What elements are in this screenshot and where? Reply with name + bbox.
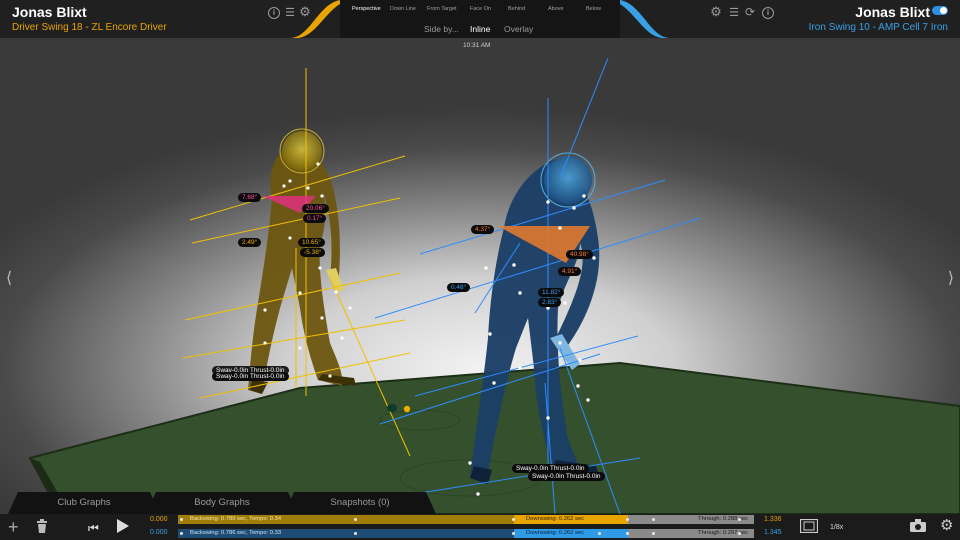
camera-icon[interactable] <box>910 519 926 536</box>
info-icon[interactable]: i <box>268 7 280 19</box>
left-angle-label: 0.17° <box>303 214 327 223</box>
rewind-icon[interactable]: ⏮ <box>88 520 99 536</box>
timeline-marker[interactable] <box>738 532 741 535</box>
timeline-marker[interactable] <box>626 532 629 535</box>
left-angle-label: 7.68° <box>238 193 262 202</box>
prev-arrow-icon[interactable]: ⟨ <box>6 268 12 288</box>
clock: 10:31 AM <box>463 42 491 49</box>
top-bar: Jonas Blixt Driver Swing 18 - ZL Encore … <box>0 0 960 38</box>
left-angle-label: 2.49° <box>238 238 262 247</box>
right-swing-name[interactable]: Iron Swing 10 - AMP Cell 7 Iron <box>809 22 948 33</box>
refresh-icon[interactable]: ⟳ <box>744 6 756 18</box>
mode-inline[interactable]: Inline <box>470 24 490 34</box>
view-perspective[interactable]: Perspective <box>352 6 381 12</box>
timeline-marker[interactable] <box>512 518 515 521</box>
timeline-marker[interactable] <box>652 532 655 535</box>
tab-snapshots[interactable]: Snapshots (0) <box>284 492 436 514</box>
left-start-time: 0.000 <box>150 516 168 523</box>
timeline-marker[interactable] <box>626 518 629 521</box>
left-angle-label: 20.06° <box>302 204 329 213</box>
view-from-target[interactable]: From Target <box>427 6 457 12</box>
timeline-marker[interactable] <box>598 532 601 535</box>
timeline-marker[interactable] <box>354 532 357 535</box>
gear-icon[interactable]: ⚙ <box>710 5 722 18</box>
trash-icon[interactable] <box>36 519 48 537</box>
left-backswing-segment[interactable]: Backswing: 0.780 sec, Tempo: 0.34 <box>178 515 514 524</box>
timeline-marker[interactable] <box>652 518 655 521</box>
right-angle-label: 11.82° <box>538 288 565 297</box>
tab-club-graphs[interactable]: Club Graphs <box>8 492 160 514</box>
playback-bar: + ⏮ 0.000 0.000 Backswing: 0.780 sec, Te… <box>0 514 960 540</box>
view-above[interactable]: Above <box>548 6 564 12</box>
gear-icon[interactable]: ⚙ <box>940 518 953 534</box>
view-face-on[interactable]: Face On <box>470 6 491 12</box>
right-end-time: 1.345 <box>764 529 782 536</box>
list-icon[interactable]: ☰ <box>728 7 740 19</box>
timeline-marker[interactable] <box>354 518 357 521</box>
view-behind[interactable]: Behind <box>508 6 525 12</box>
left-through-segment[interactable]: Through: 0.288 sec <box>628 515 754 524</box>
right-swing-toggle[interactable] <box>932 6 948 15</box>
mode-side-by-side[interactable]: Side by... <box>424 24 459 34</box>
left-end-time: 1.336 <box>764 516 782 523</box>
playback-speed[interactable]: 1/8x <box>830 524 843 531</box>
swing-3d-viewport[interactable]: 7.68° 20.06° 0.17° 2.49° 10.65° -5.38° S… <box>0 38 960 514</box>
timeline-marker[interactable] <box>180 518 183 521</box>
left-swing-name[interactable]: Driver Swing 18 - ZL Encore Driver <box>12 22 167 33</box>
left-sway-label: Sway-0.0in Thrust-0.0in <box>212 372 289 381</box>
right-downswing-segment[interactable]: Downswing: 0.262 sec <box>514 529 628 538</box>
right-angle-label: 40.98° <box>566 250 593 259</box>
view-down-line[interactable]: Down Line <box>390 6 416 12</box>
golf-ball-left <box>403 405 411 413</box>
right-sway-label: Sway-0.0in Thrust-0.0in <box>528 472 605 481</box>
right-angle-label: 0.48° <box>447 283 471 292</box>
left-golfer-figure <box>248 128 356 394</box>
swing-scene-graphics <box>28 57 960 514</box>
film-strip-icon[interactable] <box>799 518 819 537</box>
play-icon[interactable] <box>116 518 130 538</box>
mode-overlay[interactable]: Overlay <box>504 24 533 34</box>
right-golfer-name[interactable]: Jonas Blixt <box>855 4 930 20</box>
timeline-marker[interactable] <box>512 532 515 535</box>
gear-icon[interactable]: ⚙ <box>299 5 311 18</box>
timeline-marker[interactable] <box>738 518 741 521</box>
info-icon[interactable]: i <box>762 7 774 19</box>
list-icon[interactable]: ☰ <box>284 7 296 19</box>
view-below[interactable]: Below <box>586 6 601 12</box>
next-arrow-icon[interactable]: ⟩ <box>948 268 954 288</box>
right-start-time: 0.000 <box>150 529 168 536</box>
left-swing-header: Jonas Blixt Driver Swing 18 - ZL Encore … <box>0 0 311 38</box>
timeline-marker[interactable] <box>180 532 183 535</box>
left-angle-label: -5.38° <box>300 248 326 257</box>
tab-body-graphs[interactable]: Body Graphs <box>146 492 298 514</box>
right-swing-timeline[interactable]: Backswing: 0.786 sec, Tempo: 0.33 Downsw… <box>178 529 754 538</box>
right-angle-label: 4.91° <box>558 267 582 276</box>
right-angle-label: 4.37° <box>471 225 495 234</box>
view-selector: Perspective Down Line From Target Face O… <box>340 6 620 16</box>
left-swing-timeline[interactable]: Backswing: 0.780 sec, Tempo: 0.34 Downsw… <box>178 515 754 524</box>
add-icon[interactable]: + <box>8 518 19 536</box>
right-backswing-segment[interactable]: Backswing: 0.786 sec, Tempo: 0.33 <box>178 529 514 538</box>
left-golfer-name[interactable]: Jonas Blixt <box>12 4 87 20</box>
right-through-segment[interactable]: Through: 0.297 sec <box>628 529 754 538</box>
left-angle-label: 10.65° <box>298 238 325 247</box>
graph-tabs: Club Graphs Body Graphs Snapshots (0) <box>0 492 440 514</box>
right-swing-header: ⚙ ☰ ⟳ i Jonas Blixt Iron Swing 10 - AMP … <box>660 0 960 38</box>
right-angle-label: 2.83° <box>538 298 562 307</box>
left-downswing-segment[interactable]: Downswing: 0.262 sec <box>514 515 628 524</box>
